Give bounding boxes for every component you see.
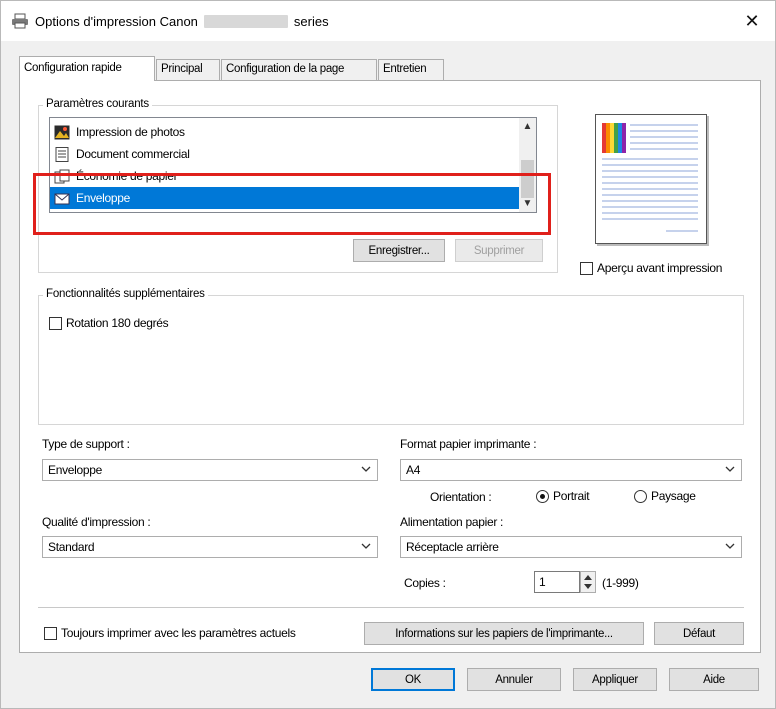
close-button[interactable]: ✕ [729, 1, 775, 41]
print-preview-thumbnail [595, 114, 707, 244]
window-title-suffix: series [293, 14, 329, 29]
additional-features-legend: Fonctionnalités supplémentaires [43, 288, 208, 300]
scroll-down-icon[interactable]: ▼ [519, 195, 536, 212]
apply-button[interactable]: Appliquer [573, 668, 657, 691]
chevron-down-icon [361, 466, 371, 472]
paper-source-value: Réceptacle arrière [406, 540, 499, 554]
printer-media-info-button[interactable]: Informations sur les papiers de l'imprim… [364, 622, 644, 645]
list-item-paper-saving[interactable]: Économie de papier [50, 165, 520, 187]
save-button[interactable]: Enregistrer... [353, 239, 445, 262]
delete-button[interactable]: Supprimer [455, 239, 543, 262]
print-quality-value: Standard [48, 540, 95, 554]
help-button-label: Aide [703, 673, 725, 686]
separator [38, 607, 744, 608]
list-item-photo[interactable]: Impression de photos [50, 121, 520, 143]
chevron-down-icon [361, 543, 371, 549]
media-type-select[interactable]: Enveloppe [42, 459, 378, 481]
list-item-label: Document commercial [76, 147, 190, 161]
print-quality-label: Qualité d'impression : [42, 515, 151, 529]
tab-main[interactable]: Principal [156, 59, 220, 80]
preview-page-icon [602, 123, 698, 232]
document-icon [55, 146, 69, 162]
current-settings-legend: Paramètres courants [43, 98, 152, 110]
copies-value: 1 [539, 575, 546, 589]
copies-range: (1-999) [602, 576, 639, 590]
additional-features-group: Fonctionnalités supplémentaires Rotation… [38, 288, 744, 425]
window-title: Options d'impression Canon series [35, 14, 329, 29]
title-bar: Options d'impression Canon series ✕ [1, 1, 775, 41]
portrait-label: Portrait [553, 489, 590, 503]
checkbox-box[interactable] [44, 626, 57, 640]
scroll-up-icon[interactable]: ▲ [519, 118, 536, 135]
default-button[interactable]: Défaut [654, 622, 744, 645]
tab-page-setup[interactable]: Configuration de la page [221, 59, 377, 80]
rotate-checkbox-label: Rotation 180 degrés [66, 316, 169, 330]
redacted-model-name [203, 15, 288, 28]
apply-button-label: Appliquer [592, 673, 638, 686]
portrait-radio[interactable]: Portrait [536, 489, 590, 503]
print-quality-select[interactable]: Standard [42, 536, 378, 558]
help-button[interactable]: Aide [669, 668, 759, 691]
save-button-label: Enregistrer... [368, 244, 430, 257]
orientation-label: Orientation : [430, 490, 492, 504]
printer-media-info-label: Informations sur les papiers de l'imprim… [395, 627, 613, 640]
paper-size-value: A4 [406, 463, 421, 477]
tab-maintenance[interactable]: Entretien [378, 59, 444, 80]
list-item-label: Impression de photos [76, 125, 185, 139]
landscape-label: Paysage [651, 489, 696, 503]
stepper-down-icon[interactable] [584, 584, 592, 589]
radio-dot[interactable] [634, 489, 647, 503]
cancel-button[interactable]: Annuler [467, 668, 561, 691]
always-print-label: Toujours imprimer avec les paramètres ac… [61, 626, 296, 640]
paper-size-label: Format papier imprimante : [400, 437, 537, 451]
list-item-label: Enveloppe [76, 191, 131, 205]
printer-icon [12, 13, 28, 29]
default-button-label: Défaut [682, 627, 716, 640]
always-print-checkbox[interactable]: Toujours imprimer avec les paramètres ac… [44, 626, 296, 640]
preview-checkbox-label: Aperçu avant impression [597, 261, 723, 275]
list-scrollbar[interactable]: ▲ ▼ [519, 118, 536, 212]
cancel-button-label: Annuler [495, 673, 533, 686]
current-settings-group: Paramètres courants Impression de photos [38, 98, 558, 273]
close-icon: ✕ [744, 10, 760, 31]
stepper-up-icon[interactable] [584, 575, 592, 580]
window-title-prefix: Options d'impression Canon [35, 14, 198, 29]
print-options-dialog: Options d'impression Canon series ✕ Confi… [0, 0, 776, 709]
list-item-label: Économie de papier [76, 169, 178, 183]
paper-source-select[interactable]: Réceptacle arrière [400, 536, 742, 558]
chevron-down-icon [725, 466, 735, 472]
list-item-business-document[interactable]: Document commercial [50, 143, 520, 165]
ok-button-label: OK [404, 673, 421, 686]
chevron-down-icon [725, 543, 735, 549]
paper-icon [54, 169, 70, 183]
tab-quick-setup[interactable]: Configuration rapide [19, 56, 155, 81]
rotate-180-checkbox[interactable]: Rotation 180 degrés [49, 316, 169, 330]
copies-input[interactable]: 1 [534, 571, 580, 593]
scroll-thumb[interactable] [521, 160, 534, 198]
checkbox-box[interactable] [49, 316, 62, 330]
ok-button[interactable]: OK [371, 668, 455, 691]
checkbox-box[interactable] [580, 261, 593, 275]
envelope-icon [54, 193, 70, 204]
copies-label: Copies : [404, 576, 446, 590]
paper-size-select[interactable]: A4 [400, 459, 742, 481]
delete-button-label: Supprimer [473, 244, 525, 257]
current-settings-list[interactable]: Impression de photos Document commercial [49, 117, 537, 213]
media-type-value: Enveloppe [48, 463, 103, 477]
preview-before-print-checkbox[interactable]: Aperçu avant impression [580, 261, 722, 275]
list-item-envelope[interactable]: Enveloppe [50, 187, 520, 209]
media-type-label: Type de support : [42, 437, 130, 451]
copies-stepper[interactable] [580, 571, 596, 593]
paper-source-label: Alimentation papier : [400, 515, 504, 529]
landscape-radio[interactable]: Paysage [634, 489, 696, 503]
photo-icon [54, 125, 70, 139]
radio-dot[interactable] [536, 489, 549, 503]
